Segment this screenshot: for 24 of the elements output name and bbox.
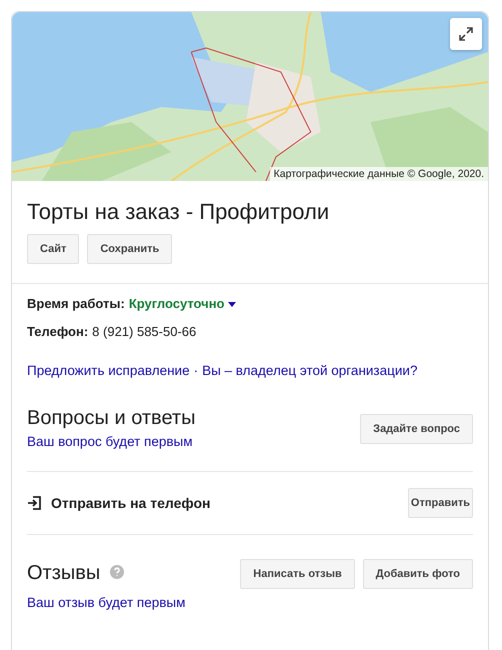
expand-icon bbox=[458, 26, 474, 42]
review-action-button[interactable]: Добавить фото bbox=[362, 559, 473, 589]
suggest-edit-link[interactable]: Предложить исправление bbox=[27, 363, 190, 378]
hours-label: Время работы: bbox=[27, 295, 125, 313]
ask-first-link[interactable]: Ваш вопрос будет первым bbox=[27, 434, 193, 449]
send-to-phone-label: Отправить на телефон bbox=[51, 495, 210, 511]
send-button[interactable]: Отправить bbox=[408, 488, 473, 518]
map-attribution: Картографические данные © Google, 2020. bbox=[270, 167, 488, 181]
action-button[interactable]: Сохранить bbox=[87, 234, 172, 264]
caret-icon[interactable] bbox=[228, 302, 236, 306]
phone-label: Телефон: bbox=[27, 323, 88, 341]
expand-button[interactable] bbox=[450, 18, 482, 50]
place-title: Торты на заказ - Профитроли bbox=[27, 198, 330, 226]
section-heading: Вопросы и ответы bbox=[27, 406, 196, 430]
review-first-link[interactable]: Ваш отзыв будет первым bbox=[27, 595, 186, 610]
hours-value[interactable]: Круглосуточно bbox=[128, 295, 224, 313]
owner-link[interactable]: Вы – владелец этой организации? bbox=[202, 363, 418, 378]
review-action-button[interactable]: Написать отзыв bbox=[240, 559, 355, 589]
phone-number: 8 (921) 585-50-66 bbox=[92, 323, 196, 341]
action-button[interactable]: Сайт bbox=[27, 234, 80, 264]
separator-dot: · bbox=[194, 363, 198, 378]
ask-question-button[interactable]: Задайте вопрос bbox=[360, 414, 473, 444]
send-to-phone-icon bbox=[27, 495, 43, 511]
section-heading: Отзывы bbox=[27, 561, 100, 585]
